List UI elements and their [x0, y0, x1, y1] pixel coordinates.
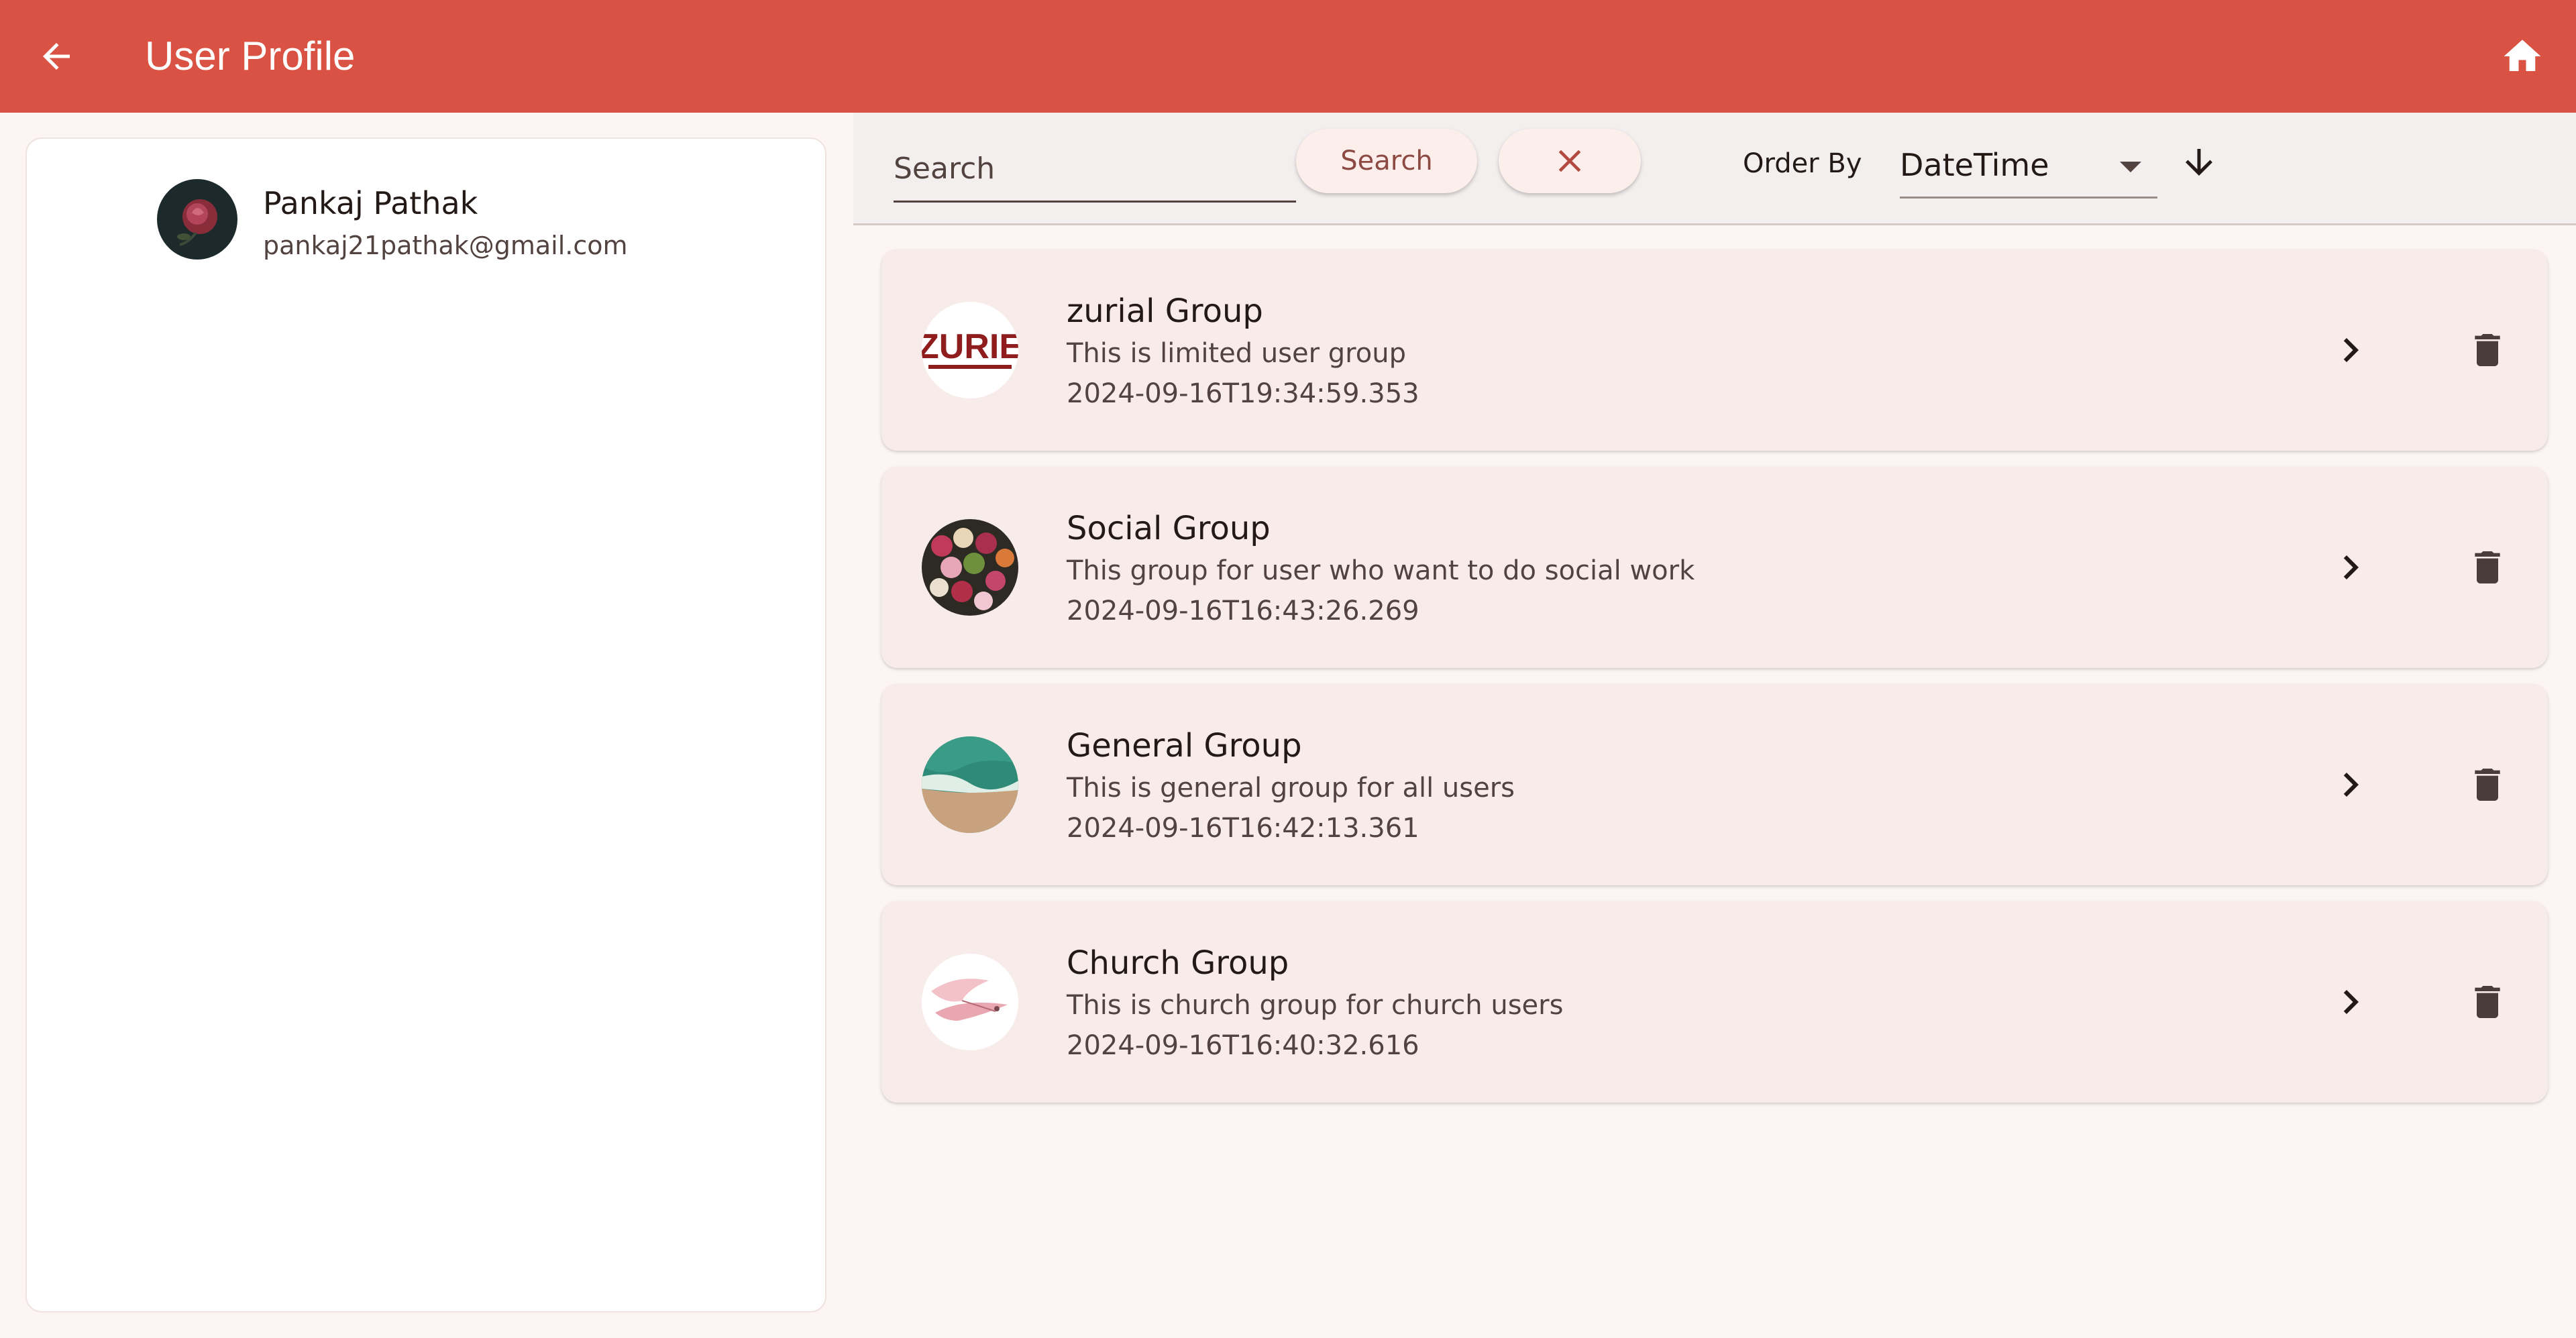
- group-description: This group for user who want to do socia…: [1067, 555, 1695, 586]
- bird-illustration-icon: [922, 954, 1018, 1050]
- search-input[interactable]: [894, 138, 1296, 199]
- order-by-select[interactable]: DateTime: [1900, 138, 2157, 199]
- group-list-item[interactable]: Social Group This group for user who wan…: [881, 467, 2548, 668]
- zurie-logo-text: ZURIE: [922, 327, 1018, 366]
- group-name: Social Group: [1067, 510, 1271, 547]
- group-avatar: [922, 736, 1018, 833]
- group-avatar: [922, 954, 1018, 1050]
- delete-group-button[interactable]: [2454, 968, 2521, 1036]
- rose-avatar-icon: [157, 179, 237, 260]
- chevron-right-icon: [2343, 990, 2359, 1014]
- group-list-item[interactable]: General Group This is general group for …: [881, 684, 2548, 885]
- trash-icon: [2475, 986, 2500, 1018]
- open-group-button[interactable]: [2317, 534, 2384, 601]
- app-bar: User Profile: [0, 0, 2576, 113]
- home-button[interactable]: [2496, 30, 2549, 83]
- delete-group-button[interactable]: [2454, 317, 2521, 384]
- group-description: This is limited user group: [1067, 338, 1406, 369]
- search-toolbar: Search Order By DateTime: [853, 113, 2576, 225]
- search-button[interactable]: Search: [1296, 129, 1477, 193]
- group-avatar: ZURIE: [922, 302, 1018, 398]
- group-name: zurial Group: [1067, 292, 1263, 330]
- chevron-right-icon: [2343, 338, 2359, 362]
- group-datetime: 2024-09-16T19:34:59.353: [1067, 378, 1419, 409]
- chevron-right-icon: [2343, 773, 2359, 797]
- profile-card: Pankaj Pathak pankaj21pathak@gmail.com: [25, 137, 826, 1313]
- group-description: This is church group for church users: [1067, 990, 1564, 1021]
- close-icon: [1558, 150, 1581, 172]
- group-name: Church Group: [1067, 944, 1289, 982]
- group-datetime: 2024-09-16T16:43:26.269: [1067, 596, 1419, 626]
- arrow-down-icon: [2186, 149, 2212, 176]
- group-avatar: [922, 519, 1018, 616]
- order-by-value: DateTime: [1900, 147, 2049, 183]
- group-name: General Group: [1067, 727, 1302, 765]
- group-description: This is general group for all users: [1067, 773, 1515, 803]
- group-datetime: 2024-09-16T16:40:32.616: [1067, 1030, 1419, 1061]
- delete-group-button[interactable]: [2454, 534, 2521, 601]
- clear-search-button[interactable]: [1499, 129, 1641, 193]
- profile-avatar: [157, 179, 237, 260]
- arrow-back-icon: [43, 43, 70, 70]
- back-button[interactable]: [30, 30, 83, 83]
- profile-email: pankaj21pathak@gmail.com: [263, 231, 628, 260]
- search-field[interactable]: [894, 138, 1296, 203]
- page-title: User Profile: [145, 34, 356, 78]
- profile-name: Pankaj Pathak: [263, 185, 478, 221]
- delete-group-button[interactable]: [2454, 751, 2521, 818]
- chevron-right-icon: [2343, 555, 2359, 579]
- order-by-label: Order By: [1743, 148, 1862, 179]
- open-group-button[interactable]: [2317, 968, 2384, 1036]
- dropdown-caret-icon: [2120, 162, 2141, 172]
- beach-aerial-photo-icon: [922, 736, 1018, 833]
- home-icon: [2504, 40, 2541, 71]
- trash-icon: [2475, 334, 2500, 366]
- flowers-photo-icon: [922, 519, 1018, 616]
- trash-icon: [2475, 769, 2500, 801]
- trash-icon: [2475, 551, 2500, 583]
- group-list-item[interactable]: Church Group This is church group for ch…: [881, 901, 2548, 1103]
- open-group-button[interactable]: [2317, 317, 2384, 384]
- group-datetime: 2024-09-16T16:42:13.361: [1067, 813, 1419, 844]
- sort-direction-button[interactable]: [2172, 135, 2226, 189]
- zurie-logo-icon: ZURIE: [922, 302, 1018, 398]
- open-group-button[interactable]: [2317, 751, 2384, 818]
- group-list-item[interactable]: ZURIE zurial Group This is limited user …: [881, 249, 2548, 451]
